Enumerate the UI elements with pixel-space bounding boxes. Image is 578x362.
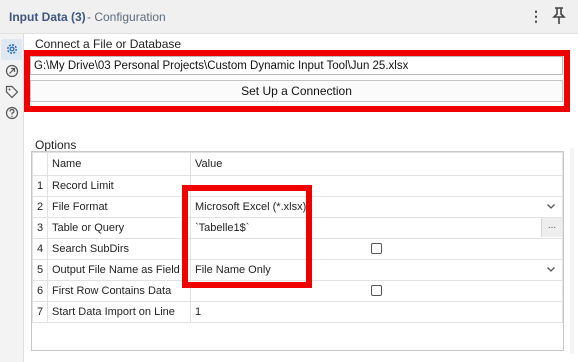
vertical-scrollbar[interactable] [570, 148, 574, 354]
option-name: Search SubDirs [47, 238, 191, 260]
options-section-label: Options [35, 138, 77, 152]
row-number: 1 [32, 175, 48, 197]
table-row[interactable]: 7 Start Data Import on Line 1 [32, 301, 563, 323]
option-name: First Row Contains Data [47, 280, 191, 302]
help-icon[interactable] [5, 106, 19, 120]
browse-button[interactable]: ... [541, 218, 562, 237]
connection-icon[interactable] [5, 64, 19, 78]
row-number: 6 [32, 280, 48, 302]
search-subdirs-checkbox[interactable] [371, 243, 382, 254]
pin-icon[interactable] [552, 7, 566, 25]
grid-header-row: Name Value [32, 152, 563, 176]
left-sidebar [0, 34, 24, 362]
option-name: File Format [47, 196, 191, 218]
gear-icon[interactable] [5, 42, 19, 56]
start-line-field[interactable]: 1 [190, 301, 563, 323]
header-index-cell [32, 152, 48, 176]
connect-section-label: Connect a File or Database [35, 37, 182, 51]
header-value: Value [190, 152, 563, 176]
chevron-down-icon[interactable] [546, 264, 556, 274]
window-title: Input Data (3) [9, 10, 86, 24]
option-name: Record Limit [47, 175, 191, 197]
row-number: 3 [32, 217, 48, 239]
row-number: 2 [32, 196, 48, 218]
first-row-data-checkbox[interactable] [371, 285, 382, 296]
row-number: 7 [32, 301, 48, 323]
file-path-input[interactable] [30, 56, 563, 75]
option-name: Table or Query [47, 217, 191, 239]
window-subtitle: - Configuration [87, 10, 166, 24]
row-number: 5 [32, 259, 48, 281]
setup-connection-button[interactable]: Set Up a Connection [30, 80, 563, 102]
title-bar: Input Data (3) - Configuration ⋮ [0, 0, 578, 34]
header-name: Name [47, 152, 191, 176]
more-options-icon[interactable]: ⋮ [529, 8, 543, 25]
option-name: Output File Name as Field [47, 259, 191, 281]
chevron-down-icon[interactable] [546, 201, 556, 211]
row-number: 4 [32, 238, 48, 260]
tag-icon[interactable] [5, 85, 19, 99]
highlight-box-values [182, 185, 312, 288]
option-name: Start Data Import on Line [47, 301, 191, 323]
